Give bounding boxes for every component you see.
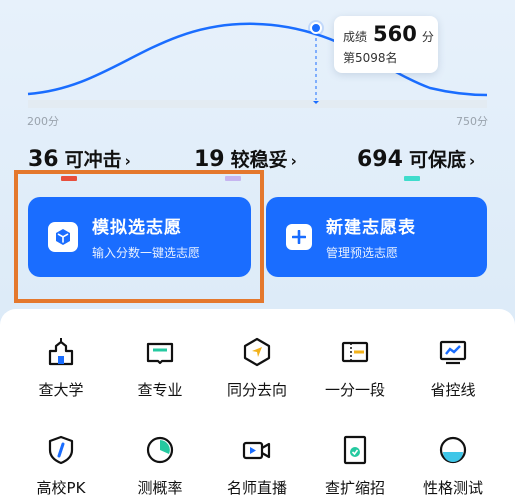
tooltip-label: 成绩 — [343, 30, 368, 44]
grid-item-score-segment[interactable]: 一分一段 — [305, 335, 405, 400]
highlight-frame — [14, 170, 264, 303]
stat-safe-count: 694 — [357, 147, 403, 172]
grid-item-enrollment-change[interactable]: 查扩缩招 — [305, 433, 405, 498]
grid-item-live[interactable]: 名师直播 — [207, 433, 307, 498]
axis-min-label: 200分 — [27, 115, 59, 128]
trend-monitor-icon — [436, 335, 470, 369]
stat-stable[interactable]: 19 较稳妥 › — [194, 145, 297, 172]
grid-item-university[interactable]: 查大学 — [11, 335, 111, 400]
grid-label: 性格测试 — [422, 479, 483, 497]
chevron-right-icon: › — [124, 152, 131, 170]
chevron-right-icon: › — [468, 152, 476, 170]
stat-reach-label: 可冲击 — [64, 149, 122, 171]
plus-icon — [286, 224, 312, 250]
stat-safe-label: 可保底 — [408, 149, 466, 171]
ticket-icon — [338, 335, 372, 369]
new-table-title: 新建志愿表 — [326, 218, 416, 238]
tooltip-unit: 分 — [421, 30, 434, 44]
stat-stable-label: 较稳妥 — [230, 149, 288, 171]
tools-panel: 查大学 查专业 同分去向 一分一段 省控线 高校PK 测概率 名师直播 查扩缩招… — [0, 309, 515, 500]
new-application-table-button[interactable]: 新建志愿表 管理预选志愿 — [266, 197, 487, 277]
chevron-right-icon: › — [290, 152, 297, 170]
axis-track — [28, 100, 487, 108]
new-table-subtitle: 管理预选志愿 — [326, 246, 399, 260]
grid-label: 名师直播 — [226, 479, 287, 497]
grid-label: 高校PK — [36, 479, 86, 497]
grid-item-university-pk[interactable]: 高校PK — [11, 433, 111, 498]
grid-label: 查扩缩招 — [324, 479, 385, 497]
grid-label: 查大学 — [38, 381, 84, 399]
tooltip-rank: 第5098名 — [343, 51, 398, 65]
grid-label: 查专业 — [137, 381, 183, 399]
grid-item-major[interactable]: 查专业 — [110, 335, 210, 400]
direction-hexagon-icon — [240, 335, 274, 369]
stat-stable-count: 19 — [194, 147, 225, 172]
document-check-icon — [338, 433, 372, 467]
school-building-icon — [44, 335, 78, 369]
grid-item-probability[interactable]: 测概率 — [110, 433, 210, 498]
stat-reach-count: 36 — [28, 147, 59, 172]
grid-label: 测概率 — [137, 479, 183, 497]
distribution-curve — [27, 20, 488, 108]
grid-label: 一分一段 — [324, 381, 385, 399]
book-icon — [143, 335, 177, 369]
grid-label: 同分去向 — [226, 381, 287, 399]
tooltip-score: 560 — [373, 22, 417, 46]
video-camera-icon — [240, 433, 274, 467]
axis-max-label: 750分 — [456, 115, 488, 128]
grid-label: 省控线 — [430, 381, 476, 399]
grid-item-personality-test[interactable]: 性格测试 — [403, 433, 503, 498]
score-distribution-chart: 200分 750分 成绩 560 分 第5098名 — [0, 0, 515, 135]
score-tooltip: 成绩 560 分 第5098名 — [334, 16, 438, 73]
shield-pk-icon — [44, 433, 78, 467]
score-marker-dot[interactable] — [310, 22, 322, 34]
pie-chart-icon — [143, 433, 177, 467]
stat-reach[interactable]: 36 可冲击 › — [28, 145, 131, 172]
grid-item-same-score[interactable]: 同分去向 — [207, 335, 307, 400]
stat-safe[interactable]: 694 可保底 › — [357, 145, 475, 172]
grid-item-control-line[interactable]: 省控线 — [403, 335, 503, 400]
stat-safe-indicator — [404, 176, 420, 181]
half-circle-test-icon — [436, 433, 470, 467]
